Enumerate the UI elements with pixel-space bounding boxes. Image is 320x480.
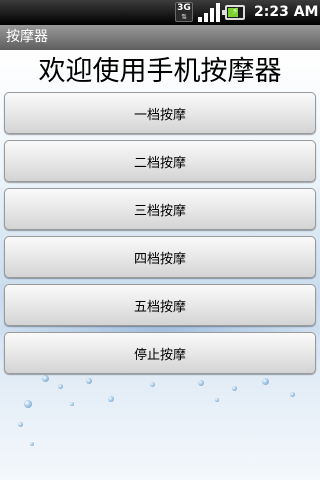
water-droplet (70, 402, 74, 406)
network-3g-icon: 3G ⇅ (175, 2, 193, 22)
signal-bar (210, 8, 214, 22)
gear-1-button[interactable]: 一档按摩 (4, 92, 316, 134)
signal-bar (204, 13, 208, 22)
water-droplet (215, 398, 219, 402)
welcome-heading: 欢迎使用手机按摩器 (38, 56, 282, 87)
button-label: 五档按摩 (133, 299, 186, 315)
water-droplet (232, 386, 237, 391)
status-bar: 3G ⇅ ⚡ 2:23 AM (0, 0, 320, 25)
battery-bolt: ⚡ (232, 7, 239, 17)
water-droplet (262, 378, 269, 385)
water-droplet (108, 396, 114, 402)
battery-charging-icon: ⚡ (222, 5, 245, 20)
button-label: 一档按摩 (133, 107, 186, 123)
signal-bar (216, 3, 220, 22)
water-droplet (198, 380, 204, 386)
water-droplet (30, 442, 34, 446)
gear-2-button[interactable]: 二档按摩 (4, 140, 316, 182)
button-label: 二档按摩 (133, 155, 186, 171)
button-label: 停止按摩 (133, 347, 186, 363)
button-label: 三档按摩 (133, 203, 186, 219)
signal-bar (198, 17, 202, 22)
water-droplet (58, 384, 63, 389)
signal-strength-icon (198, 3, 220, 22)
gear-3-button[interactable]: 三档按摩 (4, 188, 316, 230)
water-droplet (150, 382, 155, 387)
water-droplet (290, 392, 295, 397)
gear-5-button[interactable]: 五档按摩 (4, 284, 316, 326)
network-arrows: ⇅ (181, 13, 187, 21)
app-title: 按摩器 (6, 29, 48, 45)
title-bar: 按摩器 (0, 25, 320, 50)
water-droplet (18, 422, 23, 427)
water-droplet (42, 375, 49, 382)
gear-4-button[interactable]: 四档按摩 (4, 236, 316, 278)
network-label: 3G (177, 3, 191, 13)
water-droplet (24, 400, 32, 408)
button-label: 四档按摩 (133, 251, 186, 267)
stop-massage-button[interactable]: 停止按摩 (4, 332, 316, 374)
status-time: 2:23 AM (254, 4, 319, 20)
water-droplet (86, 378, 92, 384)
main-content: 欢迎使用手机按摩器 一档按摩 二档按摩 三档按摩 四档按摩 五档按摩 停止按摩 (0, 50, 320, 480)
